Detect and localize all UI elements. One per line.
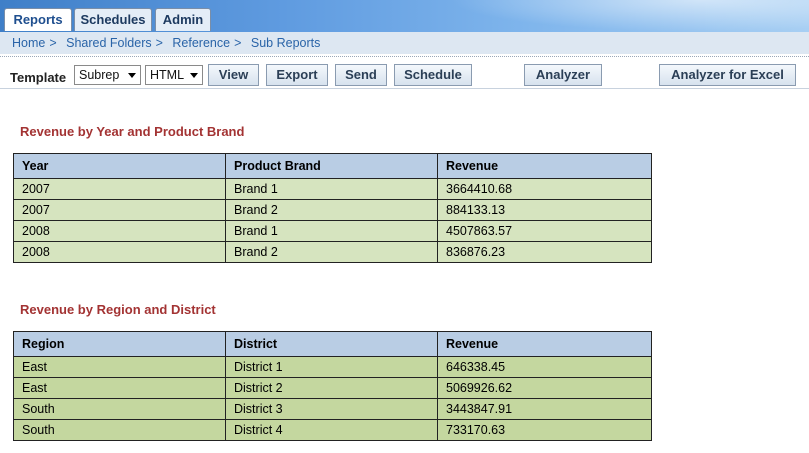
toolbar-divider xyxy=(0,88,809,89)
table-row: 2007 Brand 2 884133.13 xyxy=(13,199,652,221)
breadcrumb-shared-folders[interactable]: Shared Folders xyxy=(66,36,151,50)
breadcrumb-bar: Home > Shared Folders > Reference > Sub Rep… xyxy=(0,32,809,54)
revenue-by-region-table: Region District Revenue East District 1 … xyxy=(13,331,652,441)
template-select[interactable]: Subrep xyxy=(74,65,141,85)
table-row: 2008 Brand 2 836876.23 xyxy=(13,241,652,263)
cell-year: 2008 xyxy=(13,241,226,263)
export-button[interactable]: Export xyxy=(266,64,328,86)
chevron-down-icon xyxy=(128,73,136,78)
table-row: 2007 Brand 1 3664410.68 xyxy=(13,178,652,200)
column-header-product-brand: Product Brand xyxy=(225,153,438,179)
table-row: East District 2 5069926.62 xyxy=(13,377,652,399)
table-header-row: Region District Revenue xyxy=(13,331,652,357)
column-header-revenue: Revenue xyxy=(437,153,652,179)
breadcrumb-separator: > xyxy=(49,36,57,50)
tab-bar-highlight xyxy=(449,0,809,32)
column-header-year: Year xyxy=(13,153,226,179)
template-select-value: Subrep xyxy=(79,68,120,82)
cell-region: South xyxy=(13,398,226,420)
cell-region: East xyxy=(13,356,226,378)
template-label: Template xyxy=(10,70,67,85)
table-row: 2008 Brand 1 4507863.57 xyxy=(13,220,652,242)
cell-revenue: 4507863.57 xyxy=(437,220,652,242)
report-toolbar: Template Subrep HTML View Export Send Sc… xyxy=(0,60,809,88)
cell-product-brand: Brand 1 xyxy=(225,178,438,200)
cell-revenue: 733170.63 xyxy=(437,419,652,441)
format-select-value: HTML xyxy=(150,68,185,82)
cell-district: District 3 xyxy=(225,398,438,420)
chevron-down-icon xyxy=(190,73,198,78)
tab-reports[interactable]: Reports xyxy=(4,8,72,31)
column-header-district: District xyxy=(225,331,438,357)
dotted-divider xyxy=(0,56,809,57)
cell-revenue: 3443847.91 xyxy=(437,398,652,420)
breadcrumb-separator: > xyxy=(155,36,163,50)
cell-product-brand: Brand 2 xyxy=(225,241,438,263)
cell-revenue: 884133.13 xyxy=(437,199,652,221)
breadcrumb-sub-reports[interactable]: Sub Reports xyxy=(251,36,320,50)
cell-district: District 1 xyxy=(225,356,438,378)
cell-year: 2007 xyxy=(13,199,226,221)
analyzer-for-excel-button[interactable]: Analyzer for Excel xyxy=(659,64,796,86)
cell-revenue: 3664410.68 xyxy=(437,178,652,200)
table-row: South District 4 733170.63 xyxy=(13,419,652,441)
column-header-region: Region xyxy=(13,331,226,357)
cell-product-brand: Brand 2 xyxy=(225,199,438,221)
top-tab-bar: Reports Schedules Admin xyxy=(0,0,809,32)
cell-product-brand: Brand 1 xyxy=(225,220,438,242)
column-header-revenue: Revenue xyxy=(437,331,652,357)
schedule-button[interactable]: Schedule xyxy=(394,64,472,86)
revenue-by-year-table: Year Product Brand Revenue 2007 Brand 1 … xyxy=(13,153,652,263)
report1-title: Revenue by Year and Product Brand xyxy=(20,124,245,139)
view-button[interactable]: View xyxy=(208,64,259,86)
cell-region: East xyxy=(13,377,226,399)
breadcrumb-reference[interactable]: Reference xyxy=(172,36,230,50)
tab-admin[interactable]: Admin xyxy=(155,8,211,31)
table-row: East District 1 646338.45 xyxy=(13,356,652,378)
report2-title: Revenue by Region and District xyxy=(20,302,216,317)
cell-district: District 4 xyxy=(225,419,438,441)
analyzer-button[interactable]: Analyzer xyxy=(524,64,602,86)
table-row: South District 3 3443847.91 xyxy=(13,398,652,420)
breadcrumb-home[interactable]: Home xyxy=(12,36,45,50)
table-header-row: Year Product Brand Revenue xyxy=(13,153,652,179)
breadcrumb-separator: > xyxy=(234,36,242,50)
cell-region: South xyxy=(13,419,226,441)
cell-year: 2007 xyxy=(13,178,226,200)
tab-schedules[interactable]: Schedules xyxy=(74,8,152,31)
cell-revenue: 5069926.62 xyxy=(437,377,652,399)
cell-district: District 2 xyxy=(225,377,438,399)
breadcrumb: Home > Shared Folders > Reference > Sub Rep… xyxy=(12,36,320,50)
send-button[interactable]: Send xyxy=(335,64,387,86)
cell-revenue: 836876.23 xyxy=(437,241,652,263)
cell-revenue: 646338.45 xyxy=(437,356,652,378)
cell-year: 2008 xyxy=(13,220,226,242)
format-select[interactable]: HTML xyxy=(145,65,203,85)
